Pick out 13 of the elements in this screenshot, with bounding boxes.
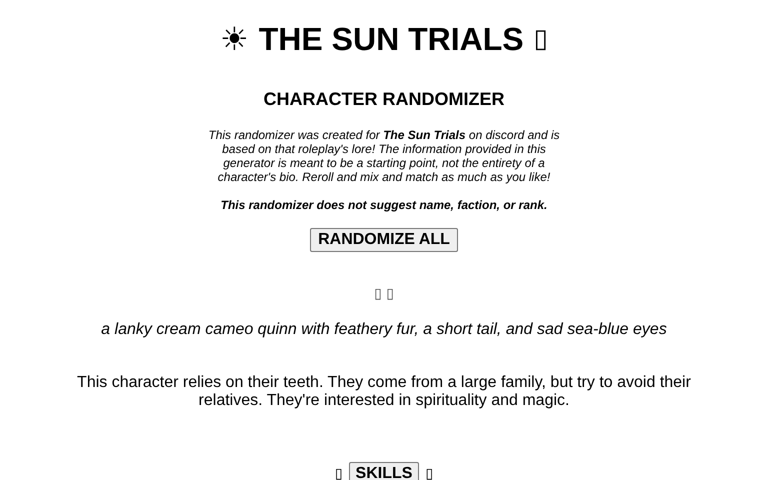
missing-glyph-icon: ▯ [534, 18, 548, 60]
sun-icon: ☀ [220, 18, 249, 60]
skills-button[interactable]: SKILLS [348, 462, 420, 480]
appearance-text: a lanky cream cameo quinn with feathery fur, a short tail, and sad sea-blue eyes [101, 320, 667, 340]
page-title: THE SUN TRIALS [258, 20, 524, 59]
missing-glyph-icon: ▯ [334, 464, 343, 480]
note-text: This randomizer does not suggest name, faction, or rank. [220, 198, 548, 212]
randomize-all-button[interactable]: RANDOMIZE ALL [310, 228, 458, 252]
missing-glyph-icon: ▯ [425, 464, 434, 480]
missing-glyph-icon: ▯ ▯ [374, 286, 394, 302]
intro-paragraph: This randomizer was created for The Sun Trials on discord and is based on that roleplay's lore! The information provided in this generator is meant to be a starting point, not the entirety of a character's bio. Reroll and mix and match as much as you like! [207, 128, 561, 184]
personality-text: This character relies on their teeth. They come from a large family, but try to avoid their relatives. They're interested in spirituality and magic. [76, 374, 692, 410]
page-subtitle: CHARACTER RANDOMIZER [264, 88, 504, 110]
